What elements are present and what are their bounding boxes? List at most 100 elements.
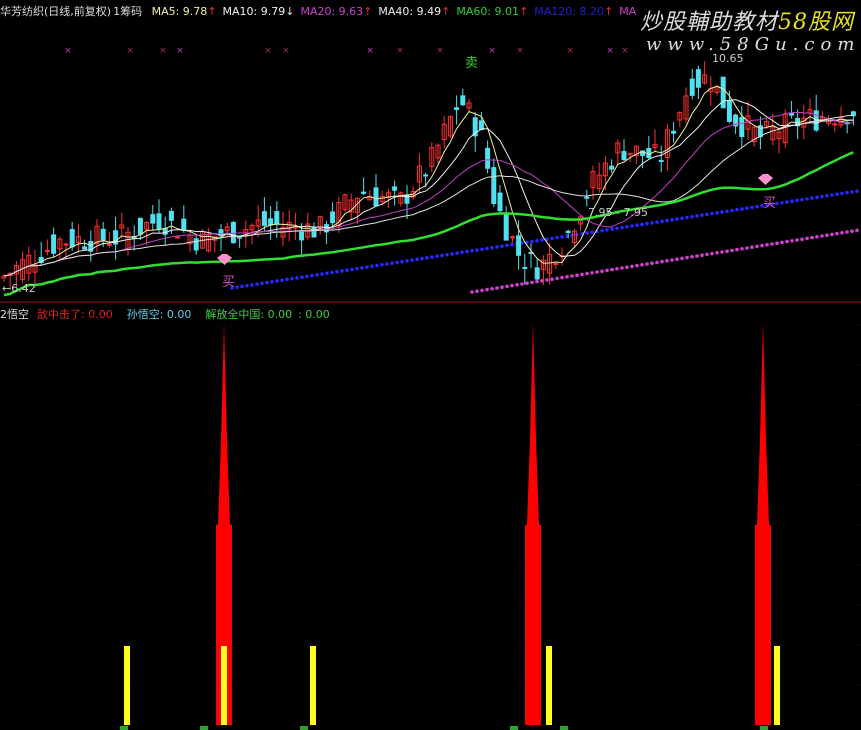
ma120-dot: [840, 191, 844, 196]
ma120-dot: [310, 273, 314, 278]
ma120-dot: [320, 272, 324, 276]
ma250-dot: [820, 234, 824, 238]
arrow-up-icon: ↑: [363, 5, 373, 18]
ma250-dot: [765, 243, 769, 247]
ma250-dot: [815, 235, 819, 239]
ma120-dot: [420, 256, 424, 261]
ma250-dot: [560, 275, 564, 280]
ma120-dot: [415, 257, 419, 262]
ma250-dot: [755, 244, 759, 249]
candle-body: [522, 266, 528, 269]
candle-body: [609, 165, 615, 170]
candle-body: [361, 191, 367, 194]
ma120-dot: [615, 226, 619, 231]
candle-body: [788, 112, 794, 116]
candle-body: [491, 167, 497, 205]
price-chart[interactable]: ×××××××××××××××××: [0, 0, 861, 730]
ma120-dot: [440, 253, 444, 258]
ma120-dot: [585, 231, 589, 235]
marker-x: ×: [606, 46, 614, 56]
ma120-dot: [695, 214, 699, 218]
ma250-dot: [615, 267, 619, 271]
ma120-dot: [730, 208, 734, 213]
ma250-dot: [525, 281, 529, 286]
ma120-dot: [505, 243, 509, 248]
ma120-dot: [410, 258, 414, 262]
ma120-dot: [480, 247, 484, 252]
candle-body: [181, 218, 187, 231]
ma120-dot: [835, 192, 839, 197]
ma120-dot: [280, 278, 284, 283]
ma120-dot: [745, 206, 749, 210]
ma120-dot: [790, 199, 794, 203]
ma-value: MA10: 9.79: [222, 5, 286, 18]
ma250-dot: [770, 242, 774, 246]
candle-body: [478, 120, 484, 130]
ma120-dot: [475, 248, 479, 252]
ma120-dot: [445, 252, 449, 257]
ma120-dot: [265, 280, 269, 285]
candlesticks: [1, 61, 856, 290]
high-price-label: 10.65: [712, 52, 744, 65]
ma120-dot: [390, 261, 394, 266]
ma120-dot: [630, 224, 634, 228]
ma250-dot: [825, 233, 829, 237]
ma250-dot: [545, 278, 549, 282]
candle-body: [404, 194, 410, 204]
ma120-dot: [800, 197, 804, 202]
ma250-dot: [640, 263, 644, 267]
ma120-dot: [685, 215, 689, 220]
marker-x: ×: [159, 46, 167, 56]
ma120-dot: [365, 265, 369, 269]
indicator-value: 敌中击了: 0.00: [37, 308, 113, 321]
candle-body: [516, 235, 522, 256]
ma250-dot: [590, 271, 594, 275]
ma120-dot: [470, 249, 474, 253]
ma250-dot: [785, 239, 789, 244]
ma250-dot: [620, 266, 624, 270]
ma-value: MA5: 9.78: [151, 5, 208, 18]
marker-x: ×: [126, 46, 134, 56]
ma250-dot: [645, 262, 649, 266]
candle-body: [392, 186, 398, 191]
ma250-dot: [735, 247, 739, 252]
ma120-dot: [325, 271, 329, 276]
diamond-icon: [217, 254, 232, 265]
ma120-dot: [460, 250, 464, 255]
indicator-name: 1筹码: [113, 5, 143, 18]
ma250-dot: [760, 243, 764, 248]
arrow-up-icon: ↑: [519, 5, 529, 18]
sell-signal: 卖: [465, 56, 479, 71]
ma60-line: [3, 151, 854, 297]
ma120-dot: [375, 263, 379, 268]
ma120-dot: [535, 238, 539, 243]
ma250-dot: [660, 259, 664, 264]
ma250-dot: [510, 283, 514, 288]
ma250-dot: [855, 228, 859, 233]
baseline-mark: [200, 726, 208, 730]
ma120-dot: [360, 266, 364, 270]
ma250-dot: [695, 254, 699, 258]
ma120-dot: [430, 255, 434, 259]
buy-signal: 买: [763, 196, 777, 211]
ma120-dot: [670, 218, 674, 222]
ma250-dot: [800, 237, 804, 241]
ma250-dot: [850, 229, 854, 233]
candle-body: [168, 210, 174, 221]
ma250-dot: [715, 251, 719, 255]
ma120-dot: [285, 277, 289, 282]
ma250-dot: [790, 239, 794, 243]
ma120-dot: [330, 270, 334, 275]
candle-body: [330, 211, 336, 224]
candle-body: [82, 246, 88, 250]
ma250-dot: [470, 290, 474, 294]
baseline-mark: [760, 726, 768, 730]
ma120-dot: [355, 266, 359, 271]
ma120-dot: [315, 273, 319, 277]
ma120-dot: [560, 235, 564, 239]
ma120-dot: [845, 190, 849, 195]
ma250-dot: [675, 257, 679, 262]
candle-body: [137, 217, 143, 235]
ma120-dot: [340, 269, 344, 273]
ma120-dot: [740, 207, 744, 211]
